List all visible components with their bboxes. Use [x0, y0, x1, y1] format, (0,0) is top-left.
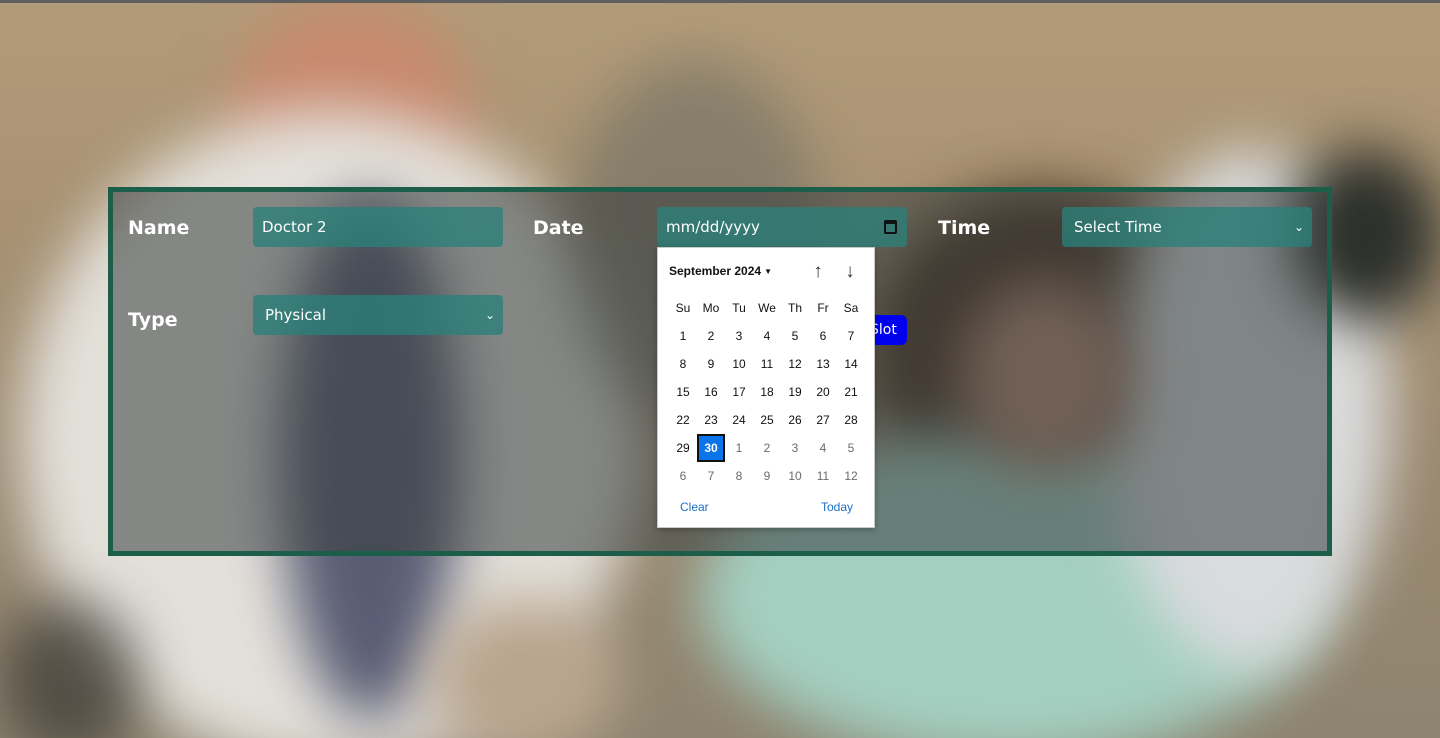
calendar-day[interactable]: 20: [809, 378, 837, 406]
month-year-selector[interactable]: September 2024 ▼: [669, 264, 772, 278]
arrow-down-icon[interactable]: ↓: [838, 260, 862, 284]
calendar-day[interactable]: 13: [809, 350, 837, 378]
calendar-day[interactable]: 3: [725, 322, 753, 350]
type-label: Type: [128, 309, 178, 331]
calendar-day[interactable]: 11: [809, 462, 837, 490]
calendar-grid: Su Mo Tu We Th Fr Sa 1 2 3 4 5 6 7 8 9 10 11 12 13 14…: [669, 294, 865, 490]
type-select-value: Physical: [265, 306, 327, 324]
calendar-day[interactable]: 9: [697, 350, 725, 378]
calendar-day[interactable]: 7: [697, 462, 725, 490]
calendar-week-row: 15 16 17 18 19 20 21: [669, 378, 865, 406]
calendar-day[interactable]: 5: [781, 322, 809, 350]
calendar-day[interactable]: 11: [753, 350, 781, 378]
calendar-day[interactable]: 6: [669, 462, 697, 490]
arrow-up-icon[interactable]: ↑: [806, 260, 830, 284]
calendar-day[interactable]: 27: [809, 406, 837, 434]
weekday-label: We: [758, 301, 776, 315]
calendar-week-row: 29 30 1 2 3 4 5: [669, 434, 865, 462]
calendar-day[interactable]: 2: [753, 434, 781, 462]
month-year-label: September 2024: [669, 264, 762, 278]
weekday-label: Mo: [702, 301, 720, 315]
calendar-day[interactable]: 8: [669, 350, 697, 378]
today-button[interactable]: Today: [821, 500, 853, 514]
time-select[interactable]: Select Time ⌄: [1062, 207, 1312, 247]
calendar-day[interactable]: 19: [781, 378, 809, 406]
name-label: Name: [128, 217, 190, 239]
calendar-day[interactable]: 18: [753, 378, 781, 406]
calendar-day[interactable]: 25: [753, 406, 781, 434]
calendar-day[interactable]: 30: [697, 434, 725, 462]
calendar-day[interactable]: 9: [753, 462, 781, 490]
calendar-day[interactable]: 10: [781, 462, 809, 490]
calendar-day[interactable]: 3: [781, 434, 809, 462]
calendar-day[interactable]: 17: [725, 378, 753, 406]
calendar-day[interactable]: 21: [837, 378, 865, 406]
weekday-label: Fr: [817, 301, 829, 315]
weekday-header-row: Su Mo Tu We Th Fr Sa: [669, 294, 865, 322]
calendar-day[interactable]: 29: [669, 434, 697, 462]
date-input[interactable]: mm/dd/yyyy: [657, 207, 907, 247]
name-input-value: Doctor 2: [262, 218, 327, 236]
calendar-day[interactable]: 24: [725, 406, 753, 434]
calendar-day[interactable]: 4: [753, 322, 781, 350]
calendar-day[interactable]: 1: [725, 434, 753, 462]
calendar-day[interactable]: 14: [837, 350, 865, 378]
top-border: [0, 0, 1440, 3]
calendar-day[interactable]: 5: [837, 434, 865, 462]
calendar-day[interactable]: 1: [669, 322, 697, 350]
name-input[interactable]: Doctor 2: [253, 207, 503, 247]
calendar-day[interactable]: 10: [725, 350, 753, 378]
weekday-label: Su: [675, 301, 691, 315]
calendar-week-row: 22 23 24 25 26 27 28: [669, 406, 865, 434]
calendar-day[interactable]: 28: [837, 406, 865, 434]
calendar-day[interactable]: 12: [781, 350, 809, 378]
calendar-day[interactable]: 4: [809, 434, 837, 462]
caret-down-icon: ▼: [764, 267, 772, 276]
calendar-week-row: 1234567: [669, 322, 865, 350]
calendar-day[interactable]: 6: [809, 322, 837, 350]
calendar-day[interactable]: 7: [837, 322, 865, 350]
calendar-icon[interactable]: [884, 220, 897, 234]
calendar-day[interactable]: 2: [697, 322, 725, 350]
time-select-value: Select Time: [1074, 218, 1162, 236]
calendar-day[interactable]: 26: [781, 406, 809, 434]
calendar-day[interactable]: 15: [669, 378, 697, 406]
date-input-placeholder: mm/dd/yyyy: [666, 218, 760, 236]
calendar-week-row: 6 7 8 9 10 11 12: [669, 462, 865, 490]
weekday-label: Sa: [843, 301, 859, 315]
calendar-day[interactable]: 16: [697, 378, 725, 406]
calendar-day[interactable]: 22: [669, 406, 697, 434]
weekday-label: Tu: [732, 301, 746, 315]
calendar-day[interactable]: 8: [725, 462, 753, 490]
date-label: Date: [533, 217, 584, 239]
chevron-down-icon: ⌄: [1293, 220, 1304, 234]
calendar-week-row: 8 9 10 11 12 13 14: [669, 350, 865, 378]
date-picker-popup: September 2024 ▼ ↑ ↓ Su Mo Tu We Th Fr Sa…: [657, 247, 875, 528]
chevron-down-icon: ⌄: [484, 308, 495, 322]
clear-button[interactable]: Clear: [680, 500, 709, 514]
calendar-day[interactable]: 23: [697, 406, 725, 434]
weekday-label: Th: [787, 301, 802, 315]
time-label: Time: [938, 217, 991, 239]
type-select[interactable]: Physical ⌄: [253, 295, 503, 335]
calendar-day[interactable]: 12: [837, 462, 865, 490]
